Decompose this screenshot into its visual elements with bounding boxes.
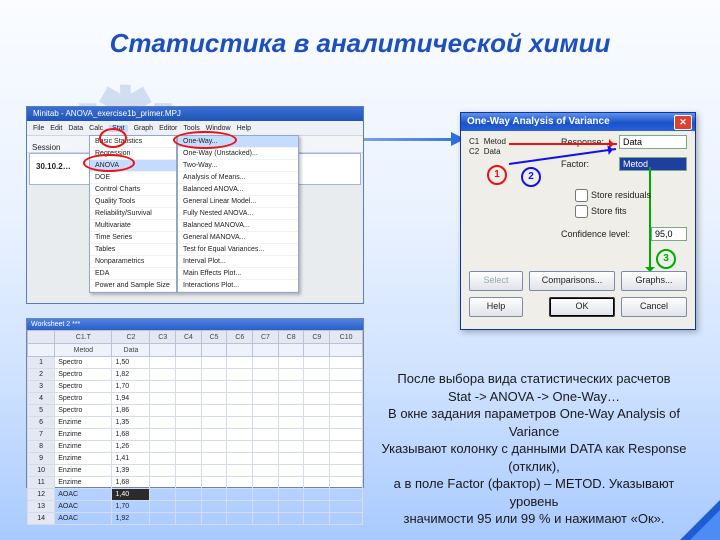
callout-3: 3 — [656, 249, 676, 269]
menu-item[interactable]: Fully Nested ANOVA... — [178, 208, 298, 220]
menu-item[interactable]: Test for Equal Variances... — [178, 244, 298, 256]
session-timestamp: 30.10.2… — [36, 162, 71, 171]
store-residuals-checkbox[interactable]: Store residuals — [575, 189, 651, 202]
columns-list: C1 Metod C2 Data — [469, 137, 506, 157]
arrow-factor-to-ok — [649, 167, 651, 275]
cancel-button[interactable]: Cancel — [621, 297, 687, 317]
response-label: Response: — [561, 137, 604, 147]
menu-item[interactable]: DOE — [90, 172, 176, 184]
app-titlebar: Minitab - ANOVA_exercise1b_primer.MPJ — [27, 107, 363, 121]
menu-item[interactable]: Calc — [89, 125, 103, 132]
comparisons-button[interactable]: Comparisons... — [529, 271, 615, 291]
menu-item[interactable]: Multivariate — [90, 220, 176, 232]
close-icon[interactable]: ✕ — [674, 115, 692, 130]
anova-submenu: One-Way...One-Way (Unstacked)...Two-Way.… — [177, 135, 299, 293]
worksheet-title: Worksheet 2 *** — [27, 319, 363, 330]
menu-item[interactable]: Balanced MANOVA... — [178, 220, 298, 232]
stat-menu-highlight — [99, 128, 127, 148]
menu-item[interactable]: Quality Tools — [90, 196, 176, 208]
menu-item[interactable]: Two-Way... — [178, 160, 298, 172]
menu-item[interactable]: One-Way (Unstacked)... — [178, 148, 298, 160]
menu-item[interactable]: General Linear Model... — [178, 196, 298, 208]
corner-decoration-inner — [690, 510, 720, 540]
factor-input[interactable] — [619, 157, 687, 171]
ok-button[interactable]: OK — [549, 297, 615, 317]
anova-dialog: One-Way Analysis of Variance ✕ C1 Metod … — [460, 112, 696, 330]
menu-item[interactable]: Interactions Plot... — [178, 280, 298, 292]
help-button[interactable]: Help — [469, 297, 523, 317]
anova-item-highlight — [83, 154, 135, 172]
callout-2: 2 — [521, 167, 541, 187]
worksheet: Worksheet 2 *** C1.TC2C3C4C5C6C7C8C9C10M… — [26, 318, 364, 488]
confidence-label: Confidence level: — [561, 229, 630, 239]
menu-item[interactable]: Edit — [50, 125, 62, 132]
app-window: Minitab - ANOVA_exercise1b_primer.MPJ Fi… — [26, 106, 364, 304]
factor-label: Factor: — [561, 159, 589, 169]
menu-item[interactable]: Interval Plot... — [178, 256, 298, 268]
arrow-data-to-response — [509, 143, 617, 145]
oneway-item-highlight — [173, 131, 237, 149]
slide-title: Статистика в аналитической химии — [0, 28, 720, 59]
menu-item[interactable]: Editor — [159, 125, 177, 132]
slide: ❆ Статистика в аналитической химии Minit… — [0, 0, 720, 540]
select-button[interactable]: Select — [469, 271, 523, 291]
confidence-input[interactable] — [651, 227, 687, 241]
menu-item[interactable]: Time Series — [90, 232, 176, 244]
menu-item[interactable]: Balanced ANOVA... — [178, 184, 298, 196]
menu-item[interactable]: Tables — [90, 244, 176, 256]
dialog-title: One-Way Analysis of Variance — [467, 116, 610, 127]
menu-item[interactable]: Power and Sample Size — [90, 280, 176, 292]
callout-1: 1 — [487, 165, 507, 185]
menu-item[interactable]: Graph — [134, 125, 153, 132]
menu-item[interactable]: Analysis of Means... — [178, 172, 298, 184]
menu-item[interactable]: General MANOVA... — [178, 232, 298, 244]
menu-item[interactable]: EDA — [90, 268, 176, 280]
menu-item[interactable]: Help — [237, 125, 251, 132]
description-text: После выбора вида статистических расчето… — [372, 370, 696, 528]
menu-item[interactable]: Main Effects Plot... — [178, 268, 298, 280]
menu-item[interactable]: Nonparametrics — [90, 256, 176, 268]
worksheet-table: C1.TC2C3C4C5C6C7C8C9C10MetodData1Spectro… — [27, 330, 363, 525]
session-label: Session — [32, 143, 60, 152]
menu-item[interactable]: Data — [68, 125, 83, 132]
menu-item[interactable]: File — [33, 125, 44, 132]
store-fits-checkbox[interactable]: Store fits — [575, 205, 627, 218]
response-input[interactable] — [619, 135, 687, 149]
menu-item[interactable]: Control Charts — [90, 184, 176, 196]
graphs-button[interactable]: Graphs... — [621, 271, 687, 291]
menu-item[interactable]: Reliability/Survival — [90, 208, 176, 220]
dialog-titlebar: One-Way Analysis of Variance ✕ — [461, 113, 695, 131]
